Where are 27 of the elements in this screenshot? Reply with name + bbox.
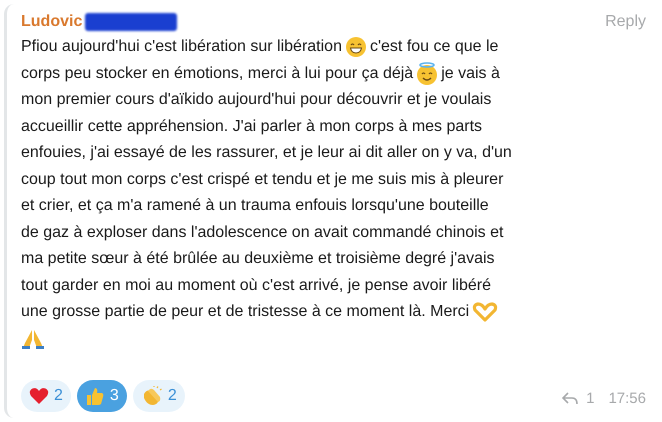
message-text: et crier, et ça m'a ramené à un trauma enfouis lorsqu'une bouteille bbox=[21, 196, 489, 216]
grinning-face-icon bbox=[344, 36, 367, 58]
message-time: 17:56 bbox=[608, 388, 646, 408]
halo-face-icon bbox=[416, 62, 438, 86]
reaction-chip[interactable]: 2 bbox=[21, 380, 71, 412]
heart-hands-icon bbox=[472, 302, 498, 322]
reaction-chip[interactable]: 2 bbox=[132, 380, 185, 412]
message-text: Pfiou aujourd'hui c'est libération sur libération bbox=[21, 37, 342, 58]
heart-icon bbox=[29, 387, 49, 405]
reply-arrow-icon bbox=[562, 392, 578, 406]
message-text: enfouies, j'ai essayé de les rassurer, et je leur ai dit aller on y va, d'un bbox=[21, 143, 512, 164]
message-text: une grosse partie de peur et de tristesse à ce moment là. Merci bbox=[21, 302, 470, 322]
reply-button[interactable]: Reply bbox=[605, 10, 646, 34]
message-text: accueillir cette appréhension. J'ai parler à mon corps à mes parts bbox=[21, 116, 482, 137]
message-text: je vais à bbox=[441, 64, 500, 84]
reaction-chip[interactable]: 3 bbox=[76, 380, 127, 412]
message-text: coup tout mon corps c'est crispé et tendu et je me suis mis à pleurer bbox=[21, 170, 504, 190]
message-text: corps peu stocker en émotions, merci à lui pour ça déjà bbox=[21, 64, 414, 84]
reply-count: 1 bbox=[586, 388, 594, 408]
message-text: ma petite sœur à été brûlée au deuxième et troisième degré j'avais bbox=[21, 249, 495, 270]
message-text: c'est fou ce que le bbox=[370, 37, 498, 58]
message-text: tout garder en moi au moment où c'est arrivé, je pense avoir libéré bbox=[21, 276, 491, 296]
message-text: de gaz à exploser dans l'adolescence on avait commandé chinois et bbox=[21, 222, 504, 243]
author-name[interactable]: Ludovic bbox=[21, 10, 82, 34]
message-text: mon premier cours d'aïkido aujourd'hui pour découvrir et je voulais bbox=[21, 90, 492, 110]
folded-hands-icon bbox=[21, 328, 45, 350]
thumbs-up-icon bbox=[84, 386, 105, 406]
